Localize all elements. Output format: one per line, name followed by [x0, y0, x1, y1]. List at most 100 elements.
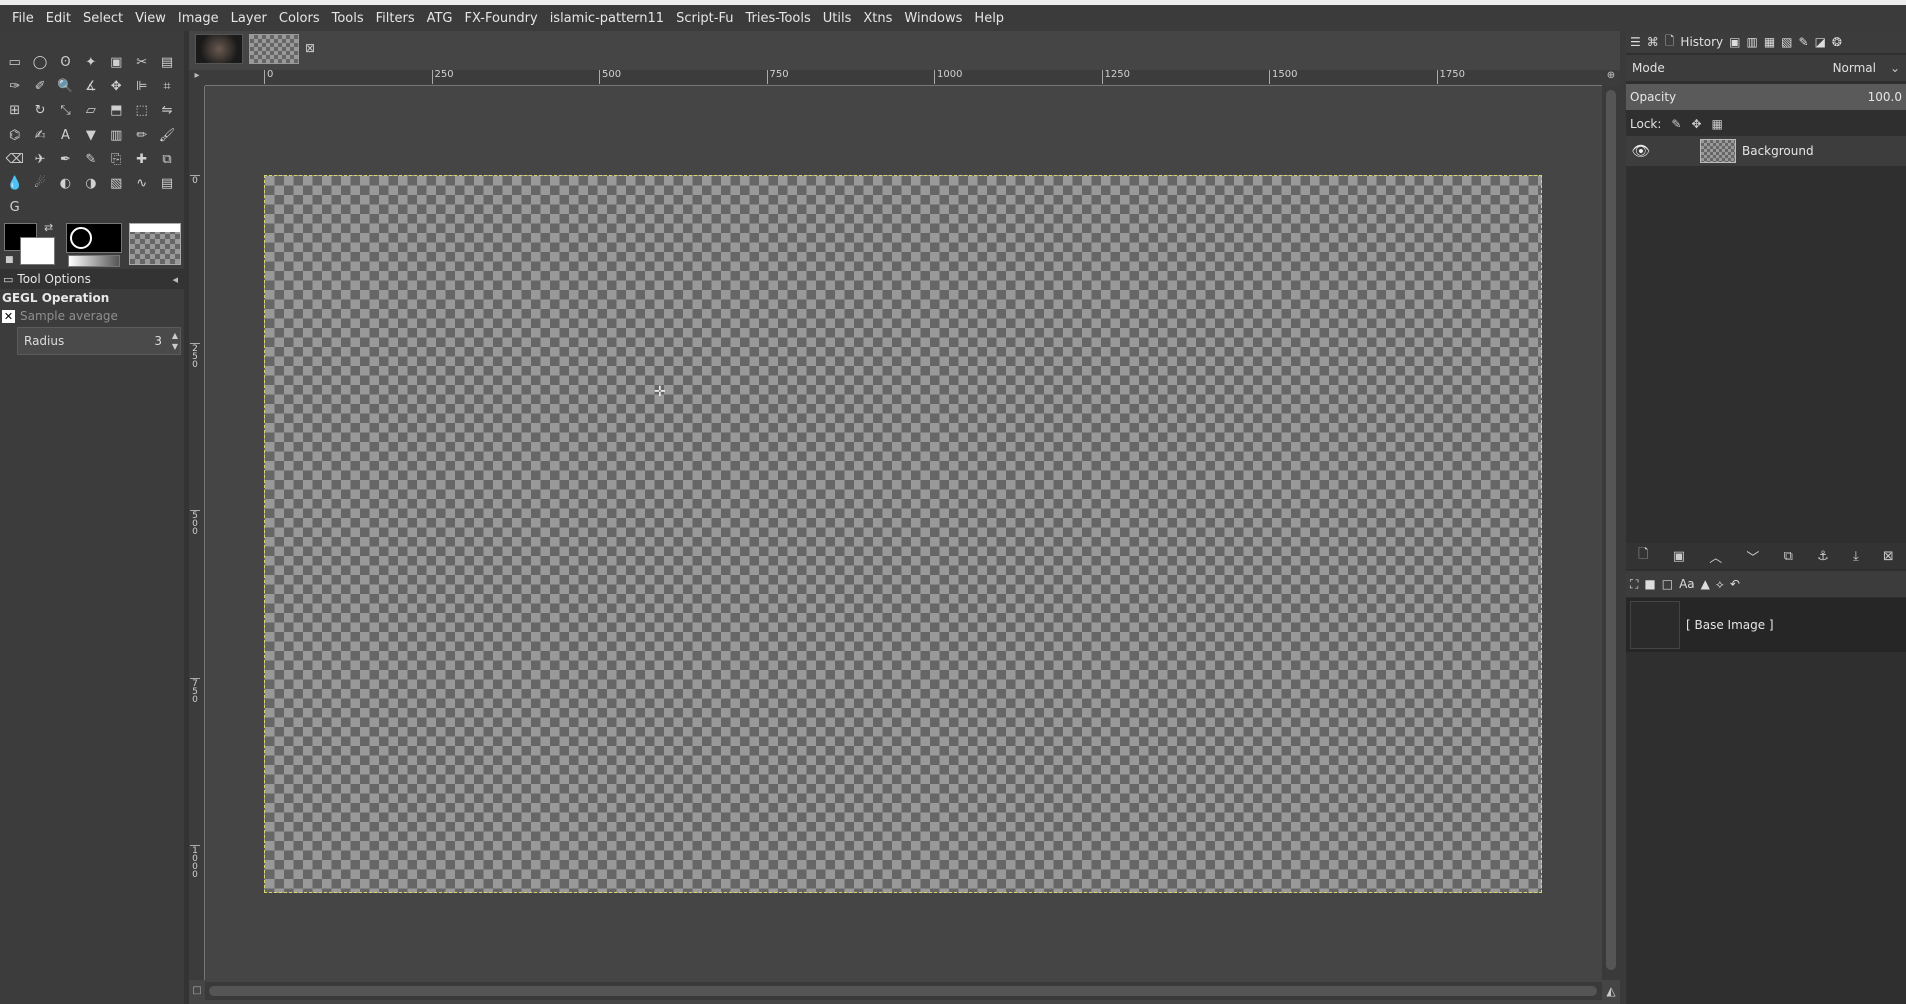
visibility-eye-icon[interactable]: 👁	[1626, 142, 1656, 160]
eraser-icon[interactable]: ⌫	[2, 147, 27, 171]
contrast-icon[interactable]: ◑	[78, 171, 103, 195]
mode-select[interactable]: Normal	[1833, 61, 1876, 75]
raise-layer-icon[interactable]: ︿	[1709, 547, 1722, 566]
blur-icon[interactable]: 💧	[2, 171, 27, 195]
ellipse-select-icon[interactable]: ◯	[27, 50, 52, 74]
gradients-tab-icon[interactable]: ▧	[1781, 35, 1792, 49]
curves-icon[interactable]: ∿	[129, 171, 154, 195]
layer-row[interactable]: 👁 Background	[1626, 136, 1906, 166]
white-swatch-tab-icon[interactable]: □	[1662, 577, 1673, 591]
opacity-slider[interactable]: Opacity 100.0	[1626, 84, 1906, 110]
zoom-icon[interactable]: ⊕	[1602, 70, 1620, 86]
brushes-tab-icon[interactable]: ✎	[1799, 35, 1809, 49]
text-icon[interactable]: A	[53, 123, 78, 147]
vertical-scrollbar[interactable]	[1602, 86, 1620, 980]
menu-image[interactable]: Image	[172, 11, 225, 26]
unified-transform-icon[interactable]: ⊞	[2, 99, 27, 123]
menu-utils[interactable]: Utils	[817, 11, 858, 26]
crop-icon[interactable]: ⌗	[154, 74, 179, 98]
bucket-fill-icon[interactable]: ▼	[78, 123, 103, 147]
image-canvas[interactable]	[264, 175, 1542, 893]
tool-options-tab[interactable]: ▭ Tool Options ◂	[0, 269, 184, 289]
zoom-icon[interactable]: 🔍	[53, 74, 78, 98]
merge-layer-icon[interactable]: ⤓	[1853, 549, 1859, 564]
delete-layer-icon[interactable]: ⊠	[1883, 549, 1894, 564]
patterns-tab-icon[interactable]: ▦	[1764, 35, 1775, 49]
document-tab-icon[interactable]: 🗋	[1665, 32, 1675, 53]
gegl-icon[interactable]: G	[2, 196, 27, 220]
menu-help[interactable]: Help	[968, 11, 1010, 26]
menu-layer[interactable]: Layer	[225, 11, 273, 26]
menu-script-fu[interactable]: Script-Fu	[670, 11, 739, 26]
free-select-icon[interactable]: ʘ	[53, 50, 78, 74]
opacity-value[interactable]: 100.0	[1868, 90, 1902, 104]
mypaint-icon[interactable]: ✎	[78, 147, 103, 171]
navigate-icon[interactable]: ◭	[1602, 982, 1620, 1000]
scale-icon[interactable]: ⤡	[53, 99, 78, 123]
reset-colors-icon[interactable]: ■	[5, 255, 14, 265]
heal-icon[interactable]: ✚	[129, 147, 154, 171]
menu-filters[interactable]: Filters	[370, 11, 421, 26]
quick-mask-icon[interactable]: □	[189, 982, 205, 1000]
fullscreen-tab-icon[interactable]: ⛶	[1630, 577, 1638, 592]
warp-icon[interactable]: ✍	[27, 123, 52, 147]
radius-value[interactable]: 3	[154, 334, 162, 348]
palettes-tab-icon[interactable]: ❂	[1832, 35, 1842, 49]
history-base-image-row[interactable]: [ Base Image ]	[1626, 598, 1906, 652]
pencil-icon[interactable]: ✏	[129, 123, 154, 147]
lower-layer-icon[interactable]: ﹀	[1746, 547, 1759, 566]
perspective-clone-icon[interactable]: ⧉	[154, 147, 179, 171]
tool-presets-tab-icon[interactable]: ▲	[1701, 577, 1710, 591]
menu-tools[interactable]: Tools	[326, 11, 370, 26]
spinner-arrows-icon[interactable]: ▲ ▼	[172, 330, 178, 352]
image-tab-2[interactable]	[249, 34, 299, 64]
menu-fx-foundry[interactable]: FX-Foundry	[459, 11, 544, 26]
smudge-icon[interactable]: ☄	[27, 171, 52, 195]
image-tab-1[interactable]	[195, 34, 243, 64]
menu-edit[interactable]: Edit	[40, 11, 77, 26]
sample-average-checkbox[interactable]: ✕	[2, 309, 15, 323]
radius-spinner[interactable]: Radius 3 ▲ ▼	[17, 327, 181, 355]
mode-chevron-down-icon[interactable]: ⌄	[1890, 61, 1900, 75]
layers-tab-icon[interactable]: ☰	[1630, 35, 1641, 49]
ink-icon[interactable]: ✒	[53, 147, 78, 171]
dodge-burn-icon[interactable]: ◐	[53, 171, 78, 195]
menu-file[interactable]: File	[6, 11, 40, 26]
shear-icon[interactable]: ▱	[78, 99, 103, 123]
color-picker-icon[interactable]: ✐	[27, 74, 52, 98]
new-layer-group-icon[interactable]: ▣	[1673, 549, 1685, 564]
vertical-ruler[interactable]: 0 250 500 750 1000	[189, 86, 205, 980]
foreground-select-icon[interactable]: ▤	[154, 50, 179, 74]
channels-tab-icon[interactable]: ▥	[1746, 35, 1757, 49]
font-tab-icon[interactable]: Aa	[1679, 577, 1695, 591]
background-color[interactable]	[20, 237, 55, 265]
menu-select[interactable]: Select	[77, 11, 129, 26]
rect-select-icon[interactable]: ▭	[2, 50, 27, 74]
lock-position-icon[interactable]: ✥	[1691, 117, 1701, 131]
menu-atg[interactable]: ATG	[421, 11, 459, 26]
lock-alpha-icon[interactable]: ▦	[1712, 117, 1723, 131]
menu-xtns[interactable]: Xtns	[857, 11, 898, 26]
black-swatch-tab-icon[interactable]: ■	[1644, 577, 1655, 591]
menu-view[interactable]: View	[129, 11, 172, 26]
swap-colors-icon[interactable]: ⇄	[44, 221, 53, 234]
horizontal-ruler[interactable]: 0 250 500 750 1000 1250 1500 1750	[205, 70, 1602, 86]
menu-tries-tools[interactable]: Tries-Tools	[739, 11, 816, 26]
brush-preview[interactable]	[66, 223, 122, 253]
sample-average-row[interactable]: ✕ Sample average	[2, 307, 118, 325]
align-icon[interactable]: ⊫	[129, 74, 154, 98]
paths-tab-icon[interactable]: ⌘	[1647, 35, 1659, 49]
airbrush-icon[interactable]: ✈	[27, 147, 52, 171]
fonts-tab-icon[interactable]: ◪	[1815, 35, 1826, 49]
paths-icon[interactable]: ✑	[2, 74, 27, 98]
ruler-corner-menu-icon[interactable]: ▸	[189, 70, 205, 86]
measure-icon[interactable]: ∡	[78, 74, 103, 98]
rotate-icon[interactable]: ↻	[27, 99, 52, 123]
gradient-icon[interactable]: ▥	[104, 123, 129, 147]
horizontal-scrollbar[interactable]	[205, 982, 1602, 1000]
menu-windows[interactable]: Windows	[898, 11, 968, 26]
gradient-preview[interactable]	[68, 255, 120, 267]
flip-icon[interactable]: ⇋	[154, 99, 179, 123]
menu-islamic-pattern11[interactable]: islamic-pattern11	[544, 11, 670, 26]
levels-icon[interactable]: ▧	[104, 171, 129, 195]
